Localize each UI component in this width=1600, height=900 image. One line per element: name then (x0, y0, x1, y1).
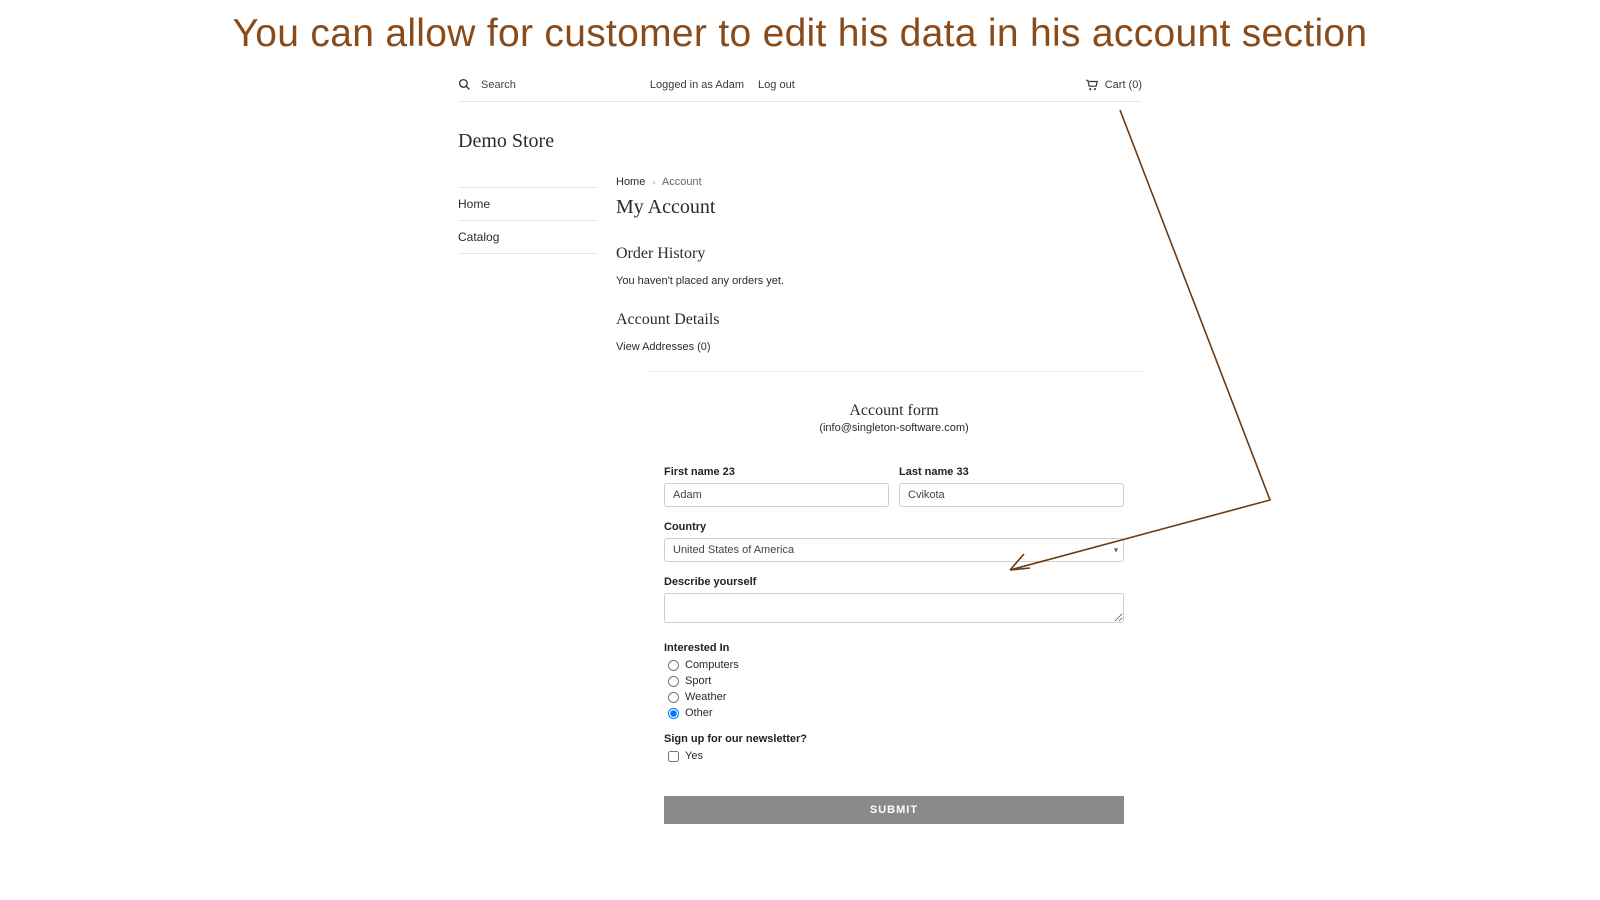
radio-label: Sport (685, 675, 711, 687)
sidebar: Demo Store Home Catalog (458, 130, 598, 824)
radio-label: Weather (685, 691, 726, 703)
radio-option-sport[interactable]: Sport (668, 675, 1124, 687)
first-name-input[interactable] (664, 483, 889, 507)
radio-option-weather[interactable]: Weather (668, 691, 1124, 703)
field-interested: Interested In Computers Sport (664, 642, 1124, 719)
logout-link[interactable]: Log out (758, 79, 795, 91)
newsletter-option[interactable]: Yes (668, 750, 1124, 762)
field-describe: Describe yourself (664, 576, 1124, 628)
field-last-name: Last name 33 (899, 466, 1124, 507)
cart-link[interactable]: Cart (0) (1085, 79, 1142, 91)
top-bar: Search Logged in as Adam Log out Cart (0… (458, 74, 1142, 102)
first-name-label: First name 23 (664, 466, 889, 478)
radio-input[interactable] (668, 676, 679, 687)
app-window: Search Logged in as Adam Log out Cart (0… (458, 74, 1142, 824)
newsletter-label: Sign up for our newsletter? (664, 733, 1124, 745)
interested-label: Interested In (664, 642, 1124, 654)
sidebar-item-catalog[interactable]: Catalog (458, 220, 598, 254)
annotation-headline: You can allow for customer to edit his d… (0, 0, 1600, 56)
search-control[interactable]: Search (458, 78, 516, 91)
form-fields: First name 23 Last name 33 Country Uni (646, 466, 1142, 824)
radio-option-computers[interactable]: Computers (668, 659, 1124, 671)
page-title: My Account (616, 196, 1142, 219)
account-form-card: Account form (info@singleton-software.co… (646, 371, 1142, 824)
form-title: Account form (646, 402, 1142, 420)
describe-label: Describe yourself (664, 576, 1124, 588)
search-icon (458, 78, 471, 91)
radio-label: Other (685, 707, 713, 719)
storefront-body: Demo Store Home Catalog Home › Account M… (458, 130, 1142, 824)
view-addresses-link[interactable]: View Addresses (0) (616, 341, 1142, 353)
store-name: Demo Store (458, 130, 598, 153)
radio-label: Computers (685, 659, 739, 671)
last-name-label: Last name 33 (899, 466, 1124, 478)
cart-label: Cart (0) (1105, 79, 1142, 91)
order-history-empty: You haven't placed any orders yet. (616, 275, 1142, 287)
radio-input[interactable] (668, 708, 679, 719)
sidebar-item-home[interactable]: Home (458, 187, 598, 220)
search-label: Search (481, 79, 516, 91)
order-history-title: Order History (616, 245, 1142, 263)
newsletter-checkbox[interactable] (668, 751, 679, 762)
breadcrumb-home[interactable]: Home (616, 176, 645, 188)
chevron-right-icon: › (648, 177, 659, 187)
field-newsletter: Sign up for our newsletter? Yes (664, 733, 1124, 762)
account-details-title: Account Details (616, 311, 1142, 329)
radio-input[interactable] (668, 692, 679, 703)
cart-icon (1085, 79, 1099, 91)
newsletter-option-label: Yes (685, 750, 703, 762)
user-meta: Logged in as Adam Log out (650, 79, 795, 91)
field-country: Country United States of America ▾ (664, 521, 1124, 562)
radio-option-other[interactable]: Other (668, 707, 1124, 719)
breadcrumb: Home › Account (616, 176, 1142, 188)
submit-button[interactable]: SUBMIT (664, 796, 1124, 824)
form-subtitle: (info@singleton-software.com) (646, 422, 1142, 434)
country-label: Country (664, 521, 1124, 533)
field-first-name: First name 23 (664, 466, 889, 507)
describe-textarea[interactable] (664, 593, 1124, 623)
breadcrumb-current: Account (662, 176, 702, 188)
country-select[interactable]: United States of America (664, 538, 1124, 562)
main-content: Home › Account My Account Order History … (598, 130, 1142, 824)
last-name-input[interactable] (899, 483, 1124, 507)
logged-in-as[interactable]: Logged in as Adam (650, 79, 744, 91)
radio-input[interactable] (668, 660, 679, 671)
